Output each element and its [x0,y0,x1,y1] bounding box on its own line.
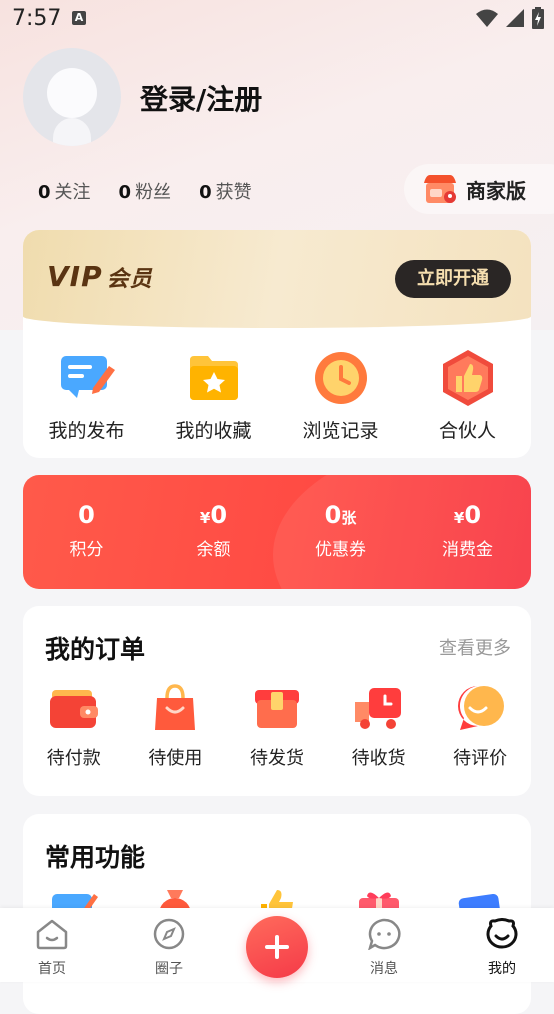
order-status-list: 待付款 待使用 待发货 待收货 待评价 [23,682,531,770]
star-folder-icon [189,356,238,400]
thumbs-up-icon [442,350,493,406]
order-label: 待收货 [351,748,406,769]
stat-label: 获赞 [215,182,252,203]
wallet-balance[interactable]: ¥0 余额 [150,501,277,560]
order-label: 待使用 [148,748,203,769]
wallet-value: ¥0 [453,501,482,529]
order-to-review[interactable]: 待评价 [429,682,531,770]
stat-likes[interactable]: 0 获赞 [199,178,252,204]
quick-item-favorites[interactable]: 我的收藏 [150,342,277,443]
tab-home[interactable]: 首页 [17,918,87,978]
wallet-icon [49,690,98,728]
status-bar: 7:57 A [0,0,554,38]
wallet-label: 余额 [196,540,231,560]
truck-icon [354,688,401,729]
stat-value: 0 [199,182,212,203]
tab-label: 首页 [38,961,66,977]
order-label: 待评价 [453,748,508,769]
stat-following[interactable]: 0 关注 [38,178,91,204]
tab-messages[interactable]: 消息 [349,918,419,978]
quick-label: 我的收藏 [175,420,252,442]
wallet-label: 消费金 [442,540,493,560]
quick-label: 合伙人 [438,420,496,442]
tab-label: 我的 [488,961,516,977]
merchant-version-button[interactable]: 商家版 [404,164,554,214]
profile-icon [486,918,518,949]
stat-value: 0 [38,182,51,203]
vip-card: VIP 会员 立即开通 我的发布 我的收藏 浏览记录 合伙人 [23,230,531,458]
order-label: 待发货 [249,748,304,769]
create-post-button[interactable] [246,916,308,978]
quick-actions: 我的发布 我的收藏 浏览记录 合伙人 [23,342,531,443]
order-to-use[interactable]: 待使用 [125,682,227,770]
compass-icon [153,918,185,950]
wallet-card: 0 积分 ¥0 余额 0张 优惠券 ¥0 消费金 [23,475,531,589]
wallet-value: 0 [78,501,95,529]
order-pending-payment[interactable]: 待付款 [23,682,125,770]
wallet-coupons[interactable]: 0张 优惠券 [277,501,404,560]
wallet-label: 积分 [69,540,104,560]
vip-banner[interactable]: VIP 会员 立即开通 [23,230,531,328]
home-icon [36,919,68,950]
tab-profile[interactable]: 我的 [467,918,537,978]
wallet-value: ¥0 [199,501,228,529]
stat-value: 0 [118,182,132,203]
orders-more-link[interactable]: 查看更多 [439,634,511,660]
vip-open-button[interactable]: 立即开通 [395,260,511,298]
stat-label: 粉丝 [135,182,172,203]
quick-label: 我的发布 [48,420,125,442]
store-icon [424,175,456,203]
profile-stats: 0 关注 0 粉丝 0 获赞 [38,178,252,204]
notification-icon: A [72,11,86,25]
wifi-icon [476,9,498,27]
post-icon [60,356,115,398]
tab-label: 圈子 [155,961,183,977]
status-time: 7:57 [12,6,62,31]
order-to-ship[interactable]: 待发货 [226,682,328,770]
signal-icon [506,9,524,27]
wallet-points[interactable]: 0 积分 [23,501,150,560]
stat-fans[interactable]: 0 粉丝 [119,178,172,204]
tab-label: 消息 [370,961,398,977]
orders-title: 我的订单 [45,635,146,664]
orders-card: 我的订单 查看更多 待付款 待使用 待发货 待收货 待评价 [23,606,531,796]
message-icon [367,918,401,951]
common-title: 常用功能 [45,843,146,872]
battery-icon [532,7,544,29]
status-icons [476,6,544,30]
vip-logo: VIP 会员 [47,260,153,293]
chat-bubble-icon [458,686,505,730]
clock-icon [314,352,367,404]
wallet-label: 优惠券 [315,540,366,560]
wallet-consumption-credit[interactable]: ¥0 消费金 [404,501,531,560]
tab-circle[interactable]: 圈子 [134,918,204,978]
package-icon [254,690,299,728]
order-label: 待付款 [46,748,101,769]
plus-icon-vertical [275,935,279,959]
quick-item-history[interactable]: 浏览记录 [277,342,404,443]
avatar[interactable] [23,48,121,146]
merchant-label: 商家版 [466,178,526,203]
order-to-receive[interactable]: 待收货 [328,682,430,770]
avatar-head [47,68,97,118]
quick-item-posts[interactable]: 我的发布 [23,342,150,443]
login-register-link[interactable]: 登录/注册 [140,78,262,118]
quick-label: 浏览记录 [302,420,379,442]
avatar-body [53,118,91,146]
quick-item-partner[interactable]: 合伙人 [404,342,531,443]
shopping-bag-icon [155,684,196,730]
wallet-value: 0张 [324,501,357,529]
stat-label: 关注 [54,182,91,203]
